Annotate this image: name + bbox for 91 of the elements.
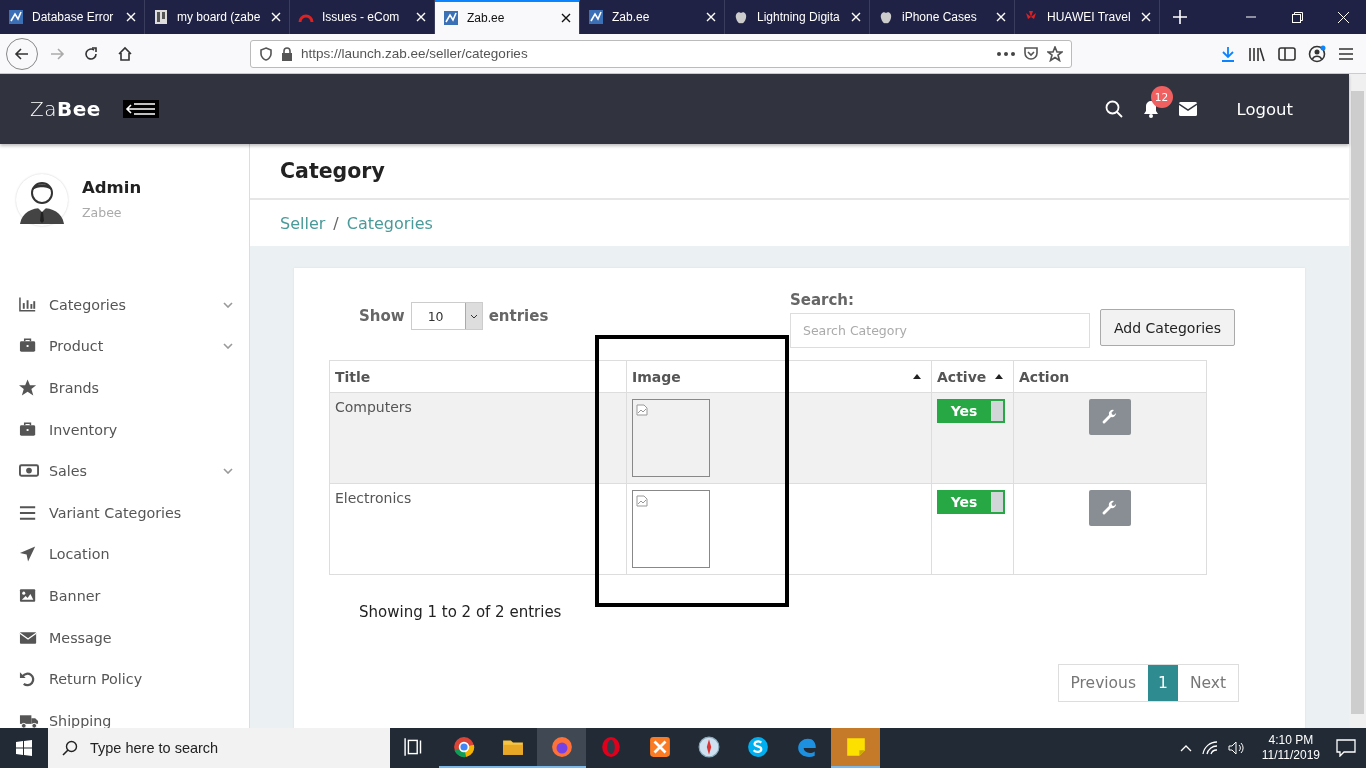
windows-logo-icon	[16, 740, 32, 756]
notification-icon[interactable]	[1336, 739, 1356, 757]
caret-up-icon[interactable]	[1179, 744, 1192, 752]
address-bar[interactable]: https://launch.zab.ee/seller/categories	[250, 39, 1072, 68]
page-title: Category	[250, 144, 1349, 201]
sidebar-item[interactable]: Product	[0, 325, 249, 368]
chrome-icon	[452, 736, 475, 758]
forward-arrow-icon	[49, 45, 65, 62]
sidebar-item[interactable]: Banner	[0, 575, 249, 617]
sidebar-item[interactable]: Brands	[0, 367, 249, 409]
board-icon	[153, 9, 169, 25]
wifi-icon[interactable]	[1201, 741, 1218, 755]
apple-icon	[733, 9, 749, 25]
sidebar-item[interactable]: Variant Categories	[0, 491, 249, 534]
restore-icon[interactable]	[1291, 11, 1303, 23]
user-role: Zabee	[82, 205, 123, 220]
sidebar-item[interactable]: Sales	[0, 450, 249, 492]
wrench-icon	[1102, 409, 1118, 425]
apple-icon	[878, 9, 894, 25]
chart-logo-icon	[8, 9, 24, 25]
lock-icon	[281, 46, 293, 61]
scrollbar[interactable]	[1349, 74, 1366, 728]
entries-label: entries	[488, 307, 549, 325]
search-label: Search:	[789, 291, 856, 309]
sidebar-item[interactable]: Shipping	[0, 699, 249, 728]
sidebar-item[interactable]: Message	[0, 616, 249, 659]
add-categories-button[interactable]: Add Categories	[1099, 309, 1235, 346]
shield-icon	[259, 46, 273, 61]
table-cell: Computers	[329, 392, 627, 484]
notification-badge: 12	[1150, 86, 1173, 108]
column-header: Action	[1013, 360, 1207, 393]
menu-icon[interactable]	[1338, 46, 1354, 61]
sidebar-icon[interactable]	[1278, 45, 1296, 62]
sidebar-item[interactable]: Return Policy	[0, 658, 249, 700]
close-icon[interactable]	[561, 13, 571, 23]
page-button[interactable]: 1	[1148, 665, 1178, 701]
back-arrow-icon	[14, 45, 30, 62]
sort-up-icon[interactable]	[995, 374, 1003, 379]
compass-icon	[697, 736, 720, 758]
edit-button[interactable]	[1089, 399, 1131, 435]
search-field[interactable]: Search Category	[789, 313, 1090, 348]
firefox-icon	[550, 736, 573, 758]
broken-image-icon	[636, 495, 648, 507]
sidebar-item[interactable]: Inventory	[0, 408, 249, 451]
user-name: Admin	[82, 178, 142, 197]
reload-icon	[83, 45, 99, 62]
breadcrumb-separator: /	[333, 213, 339, 233]
xampp-icon	[648, 736, 671, 758]
next-button[interactable]: Next	[1177, 665, 1238, 701]
column-header: Title	[329, 360, 627, 393]
download-icon[interactable]	[1220, 45, 1236, 62]
sidebar-item[interactable]: Location	[0, 533, 249, 576]
library-icon[interactable]	[1248, 45, 1266, 62]
chevron-down-icon	[469, 313, 478, 319]
column-header[interactable]: Active	[931, 360, 1014, 393]
previous-button[interactable]: Previous	[1058, 665, 1148, 701]
edge-icon	[795, 736, 818, 758]
logo[interactable]: ZaBee	[30, 97, 101, 121]
search-icon[interactable]	[1104, 100, 1123, 118]
sticky-note-icon	[844, 736, 867, 758]
entries-info: Showing 1 to 2 of 2 entries	[359, 603, 563, 621]
search-icon	[62, 740, 78, 756]
volume-icon[interactable]	[1227, 741, 1246, 755]
more-icon[interactable]	[997, 51, 1015, 56]
sidebar-item[interactable]: Categories	[0, 284, 249, 326]
table-cell: Electronics	[329, 483, 627, 575]
opera-icon	[599, 736, 622, 758]
edit-button[interactable]	[1089, 490, 1131, 526]
page-size-select[interactable]: 10	[410, 302, 483, 330]
home-icon	[117, 45, 133, 62]
star-icon[interactable]	[1047, 45, 1063, 62]
new-tab-icon[interactable]	[1173, 10, 1187, 24]
chart-logo-icon	[443, 10, 459, 26]
sort-up-icon[interactable]	[913, 374, 921, 379]
skype-icon	[746, 736, 769, 758]
envelope-icon[interactable]	[1178, 102, 1197, 116]
wrench-icon	[1102, 500, 1118, 516]
show-label: Show	[359, 307, 405, 325]
pocket-icon[interactable]	[1023, 45, 1039, 62]
browser-tab[interactable]: Zab.ee	[435, 0, 580, 34]
broken-image-icon	[636, 404, 648, 416]
column-header[interactable]: Image	[626, 360, 932, 393]
clock[interactable]: 4:10 PM 11/11/2019	[1255, 733, 1326, 763]
logout-link[interactable]: Logout	[1236, 99, 1293, 119]
taskbar-search-field[interactable]: Type here to search	[48, 728, 390, 768]
menu-toggle-button[interactable]	[122, 100, 159, 118]
bell-icon[interactable]	[1142, 100, 1159, 118]
arrow-menu-icon	[124, 102, 157, 116]
chart-logo-icon	[588, 9, 604, 25]
account-icon[interactable]	[1308, 44, 1326, 63]
star-icon	[19, 379, 39, 397]
